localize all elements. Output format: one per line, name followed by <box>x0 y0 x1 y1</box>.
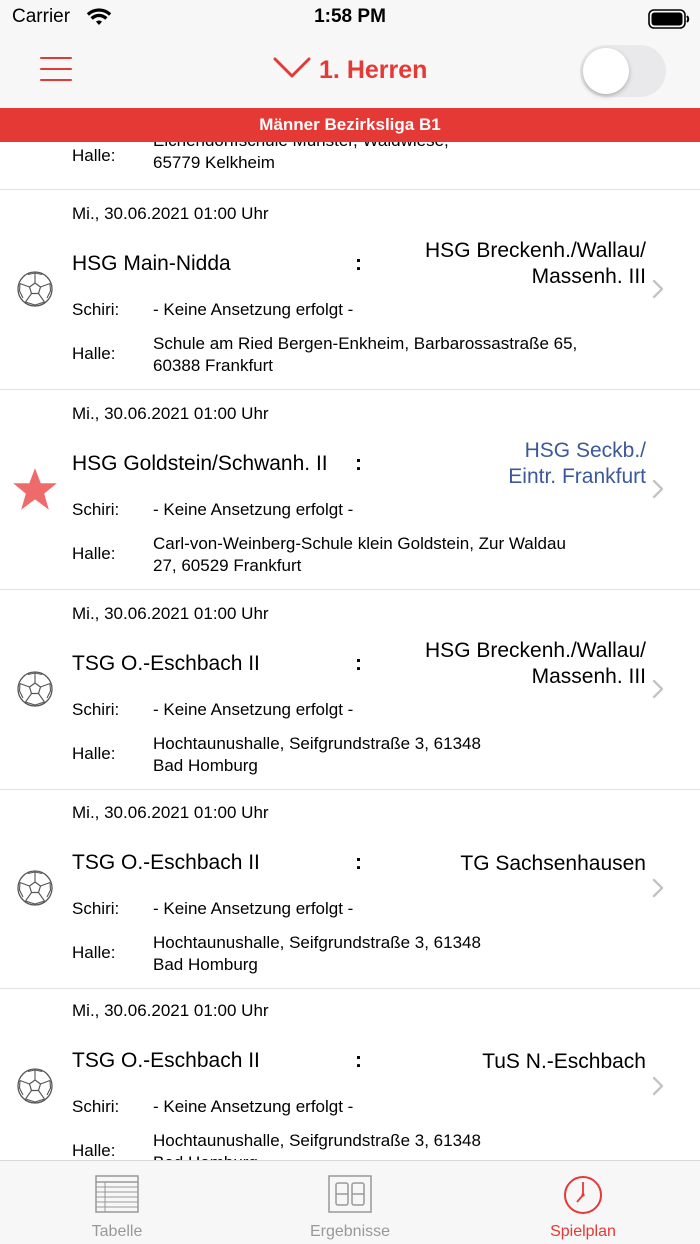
halle-value: Hochtaunushalle, Seifgrundstraße 3, 6134… <box>153 933 481 974</box>
handball-icon <box>16 1067 54 1105</box>
schiri-label: Schiri: <box>72 700 120 719</box>
home-team: TSG O.-Eschbach II <box>72 1049 260 1072</box>
match-list[interactable]: Halle: Eichendorffschule Münster, Waldwi… <box>0 142 700 1160</box>
tab-label: Spielplan <box>550 1223 616 1240</box>
score-separator: : <box>355 1049 362 1072</box>
chevron-right-icon <box>651 478 665 500</box>
match-date: Mi., 30.06.2021 01:00 Uhr <box>72 1001 269 1020</box>
schiri-label: Schiri: <box>72 500 120 519</box>
list-item-partial[interactable]: Halle: Eichendorffschule Münster, Waldwi… <box>0 142 700 190</box>
halle-value: Carl-von-Weinberg-Schule klein Goldstein… <box>153 534 566 575</box>
scoreboard-icon <box>328 1175 372 1213</box>
favorites-toggle[interactable] <box>580 45 666 97</box>
chevron-right-icon <box>651 877 665 899</box>
tab-bar: Tabelle Ergebnisse Spielplan <box>0 1160 700 1244</box>
star-icon[interactable] <box>12 466 57 510</box>
halle-label: Halle: <box>72 544 116 563</box>
chevron-right-icon <box>651 278 665 300</box>
halle-label: Halle: <box>72 344 116 363</box>
away-team: TG Sachsenhausen <box>460 852 646 875</box>
league-banner: Männer Bezirksliga B1 <box>0 108 700 142</box>
schiri-value: - Keine Ansetzung erfolgt - <box>153 300 354 319</box>
halle-value: Hochtaunushalle, Seifgrundstraße 3, 6134… <box>153 734 481 775</box>
halle-value: Schule am Ried Bergen-Enkheim, Barbaross… <box>153 334 578 375</box>
match-item[interactable]: Mi., 30.06.2021 01:00 Uhr TSG O.-Eschbach… <box>0 789 700 989</box>
navigation-bar: 1. Herren <box>0 40 700 108</box>
match-item[interactable]: Mi., 30.06.2021 01:00 Uhr HSG Goldstein/S… <box>0 390 700 590</box>
team-title: 1. Herren <box>319 56 428 84</box>
match-date: Mi., 30.06.2021 01:00 Uhr <box>72 404 269 423</box>
schiri-label: Schiri: <box>72 1097 120 1116</box>
tab-label: Ergebnisse <box>309 1223 391 1240</box>
score-separator: : <box>355 851 362 874</box>
table-icon <box>95 1175 139 1213</box>
match-item[interactable]: Mi., 30.06.2021 01:00 Uhr HSG Main-Nidda:… <box>0 190 700 390</box>
schiri-value: - Keine Ansetzung erfolgt - <box>153 899 354 918</box>
schiri-label: Schiri: <box>72 300 120 319</box>
home-team: TSG O.-Eschbach II <box>72 652 260 675</box>
schiri-value: - Keine Ansetzung erfolgt - <box>153 1097 354 1116</box>
tab-spielplan[interactable]: Spielplan <box>466 1161 700 1244</box>
away-team: HSG Breckenh./Wallau/Massenh. III <box>425 639 646 688</box>
score-separator: : <box>355 652 362 675</box>
match-item[interactable]: Mi., 30.06.2021 01:00 Uhr TSG O.-Eschbach… <box>0 987 700 1160</box>
halle-value: Hochtaunushalle, Seifgrundstraße 3, 6134… <box>153 1131 481 1160</box>
battery-icon <box>648 8 690 35</box>
home-team: HSG Goldstein/Schwanh. II <box>72 452 328 475</box>
tab-ergebnisse[interactable]: Ergebnisse <box>233 1161 467 1244</box>
match-date: Mi., 30.06.2021 01:00 Uhr <box>72 604 269 623</box>
match-date: Mi., 30.06.2021 01:00 Uhr <box>72 204 269 223</box>
match-item[interactable]: Mi., 30.06.2021 01:00 Uhr TSG O.-Eschbach… <box>0 590 700 790</box>
clock-icon <box>564 1176 602 1214</box>
halle-label: Halle: <box>72 1141 116 1160</box>
score-separator: : <box>355 252 362 275</box>
handball-icon <box>16 270 54 308</box>
status-bar: Carrier 1:58 PM <box>0 0 700 40</box>
handball-icon <box>16 869 54 907</box>
schiri-label: Schiri: <box>72 899 120 918</box>
chevron-right-icon <box>651 1075 665 1097</box>
toggle-knob <box>583 48 629 94</box>
away-team: HSG Seckb./Eintr. Frankfurt <box>508 439 646 488</box>
score-separator: : <box>355 452 362 475</box>
tab-tabelle[interactable]: Tabelle <box>0 1161 234 1244</box>
schiri-value: - Keine Ansetzung erfolgt - <box>153 700 354 719</box>
halle-value: Eichendorffschule Münster, Waldwiese, 65… <box>153 142 449 172</box>
clock-time: 1:58 PM <box>314 6 386 27</box>
chevron-down-icon <box>273 56 311 85</box>
away-team: TuS N.-Eschbach <box>482 1050 646 1073</box>
halle-label: Halle: <box>72 744 116 763</box>
away-team: HSG Breckenh./Wallau/Massenh. III <box>425 239 646 288</box>
halle-label: Halle: <box>72 146 116 165</box>
chevron-right-icon <box>651 678 665 700</box>
handball-icon <box>16 670 54 708</box>
match-date: Mi., 30.06.2021 01:00 Uhr <box>72 803 269 822</box>
tab-label: Tabelle <box>91 1223 143 1240</box>
home-team: TSG O.-Eschbach II <box>72 851 260 874</box>
schiri-value: - Keine Ansetzung erfolgt - <box>153 500 354 519</box>
halle-label: Halle: <box>72 943 116 962</box>
home-team: HSG Main-Nidda <box>72 252 231 275</box>
